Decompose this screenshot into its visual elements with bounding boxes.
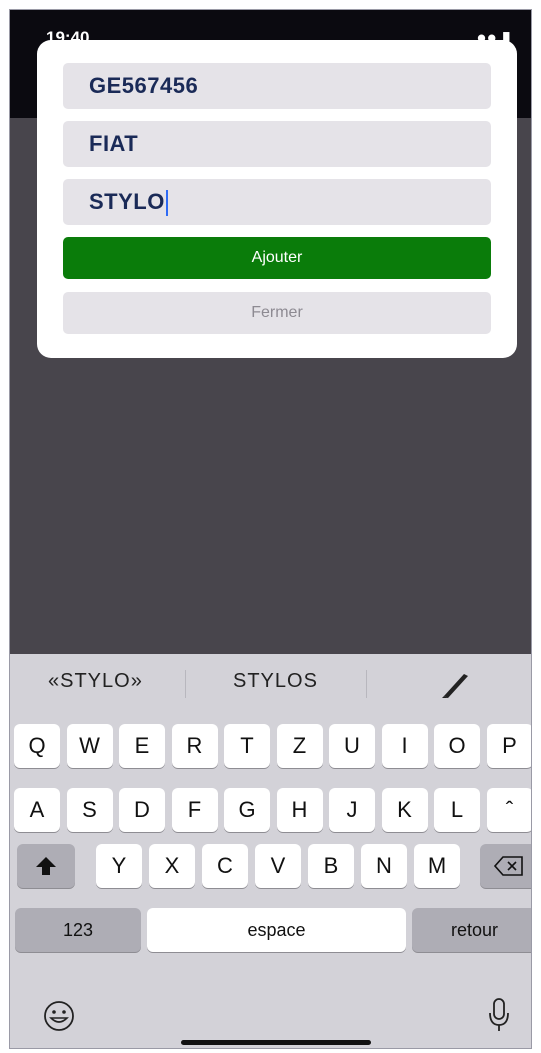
numbers-key[interactable]: 123 <box>15 908 141 952</box>
key-row2-6[interactable]: J <box>329 788 375 832</box>
key-row3-6[interactable]: M <box>414 844 460 888</box>
key-row2-9[interactable]: ˆ <box>486 788 531 832</box>
key-row2-0[interactable]: A <box>14 788 60 832</box>
key-row3-2[interactable]: C <box>202 844 248 888</box>
shift-icon <box>36 857 56 875</box>
key-row2-3[interactable]: F <box>171 788 218 832</box>
key-row1-2[interactable]: E <box>119 724 165 768</box>
key-row1-6[interactable]: U <box>329 724 375 768</box>
model-value: STYLO <box>89 189 165 214</box>
brand-value: FIAT <box>89 131 139 156</box>
key-row3-0[interactable]: Y <box>96 844 142 888</box>
backspace-icon <box>493 856 523 876</box>
delete-key[interactable] <box>480 844 531 888</box>
key-row1-9[interactable]: P <box>486 724 531 768</box>
shift-key[interactable] <box>17 844 75 888</box>
keyboard: «STYLO» STYLOS QWERTZUIOP ASDFGHJKLˆ YXC… <box>10 654 531 1048</box>
key-row1-0[interactable]: Q <box>14 724 60 768</box>
key-row1-8[interactable]: O <box>434 724 480 768</box>
text-cursor <box>165 190 168 217</box>
microphone-icon[interactable] <box>488 997 510 1038</box>
key-row1-4[interactable]: T <box>224 724 270 768</box>
plate-value: GE567456 <box>89 73 199 98</box>
suggestion-bar: «STYLO» STYLOS <box>10 654 531 712</box>
suggestion-divider <box>366 670 367 698</box>
brand-field[interactable]: FIAT <box>63 121 491 167</box>
key-row1-7[interactable]: I <box>381 724 428 768</box>
key-row2-7[interactable]: K <box>381 788 428 832</box>
return-key[interactable]: retour <box>412 908 531 952</box>
handwriting-pen-icon[interactable] <box>438 670 472 705</box>
key-row2-8[interactable]: L <box>434 788 480 832</box>
model-field[interactable]: STYLO <box>63 179 491 225</box>
key-row3-1[interactable]: X <box>149 844 195 888</box>
space-key[interactable]: espace <box>147 908 406 952</box>
key-row2-5[interactable]: H <box>276 788 323 832</box>
phone-screen: 19:40 ●● ▮ GE567456 FIAT STYLO Ajouter F… <box>9 9 532 1049</box>
emoji-icon[interactable] <box>42 999 76 1038</box>
close-button[interactable]: Fermer <box>63 292 491 334</box>
suggestion-2[interactable]: STYLOS <box>233 670 318 693</box>
key-row1-5[interactable]: Z <box>276 724 323 768</box>
plate-field[interactable]: GE567456 <box>63 63 491 109</box>
key-row1-3[interactable]: R <box>171 724 218 768</box>
key-row2-2[interactable]: D <box>119 788 165 832</box>
key-row3-4[interactable]: B <box>308 844 354 888</box>
key-row3-5[interactable]: N <box>361 844 407 888</box>
suggestion-1[interactable]: «STYLO» <box>48 670 143 693</box>
key-row1-1[interactable]: W <box>66 724 113 768</box>
suggestion-divider <box>185 670 186 698</box>
key-row2-1[interactable]: S <box>66 788 113 832</box>
home-indicator[interactable] <box>181 1040 371 1045</box>
add-vehicle-dialog: GE567456 FIAT STYLO Ajouter Fermer <box>37 40 517 358</box>
key-row2-4[interactable]: G <box>224 788 270 832</box>
key-row3-3[interactable]: V <box>255 844 301 888</box>
add-button[interactable]: Ajouter <box>63 237 491 279</box>
